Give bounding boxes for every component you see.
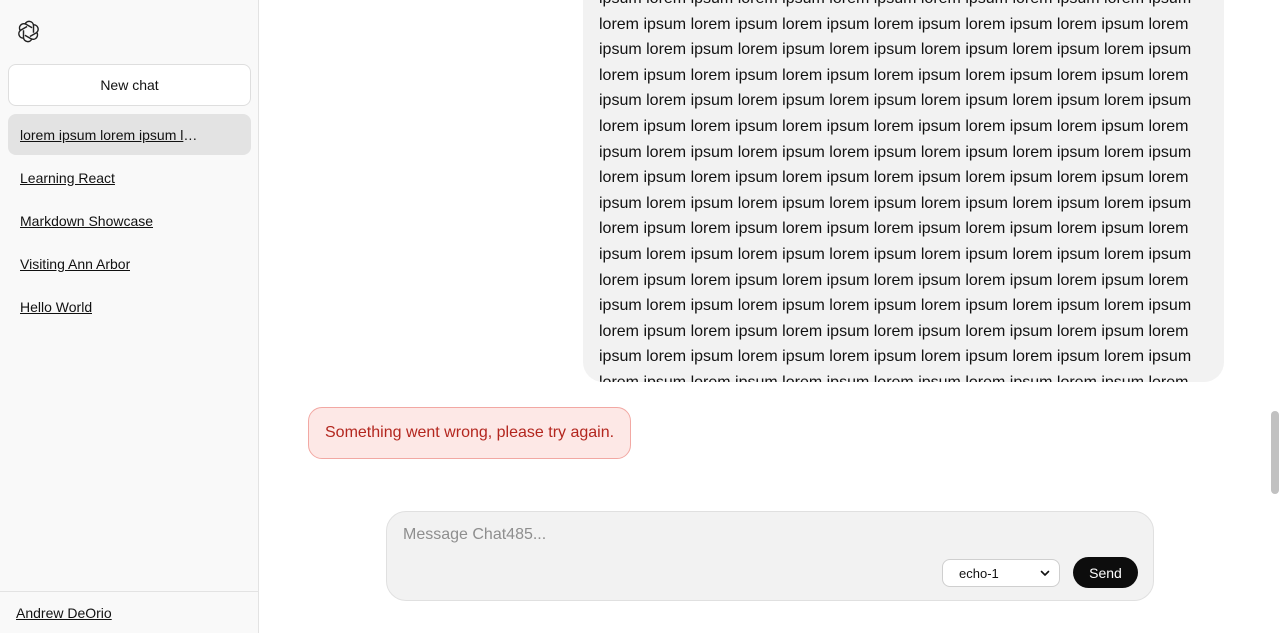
conversation-title: Hello World xyxy=(20,298,93,315)
sidebar-footer: Andrew DeOrio xyxy=(0,591,259,633)
conversation-item-markdown-showcase[interactable]: Markdown Showcase xyxy=(8,200,251,241)
error-message: Something went wrong, please try again. xyxy=(308,407,632,459)
conversation-title: lorem ipsum lorem ipsum lorem ipsum xyxy=(20,126,202,143)
sidebar: New chat lorem ipsum lorem ipsum lorem i… xyxy=(0,0,259,633)
user-profile-link[interactable]: Andrew DeOrio xyxy=(16,605,112,621)
openai-logo-icon[interactable] xyxy=(16,19,41,44)
message-input[interactable] xyxy=(403,526,1123,552)
scrollbar-thumb[interactable] xyxy=(1271,411,1279,494)
conversation-list: lorem ipsum lorem ipsum lorem ipsum Lear… xyxy=(8,114,251,329)
chat-area: ipsum lorem ipsum lorem ipsum lorem ipsu… xyxy=(260,0,1280,633)
conversation-item-visiting-ann-arbor[interactable]: Visiting Ann Arbor xyxy=(8,243,251,284)
conversation-title: Learning React xyxy=(20,169,115,186)
send-button[interactable]: Send xyxy=(1073,557,1138,588)
conversation-title: Markdown Showcase xyxy=(20,212,154,229)
conversation-title: Visiting Ann Arbor xyxy=(20,255,131,272)
chevron-down-icon xyxy=(1040,570,1050,576)
message-composer: echo-1 Send xyxy=(386,511,1154,601)
conversation-item-lorem-ipsum[interactable]: lorem ipsum lorem ipsum lorem ipsum xyxy=(8,114,251,155)
model-select-value: echo-1 xyxy=(959,565,999,581)
conversation-item-learning-react[interactable]: Learning React xyxy=(8,157,251,198)
model-select[interactable]: echo-1 xyxy=(942,559,1060,587)
new-chat-button[interactable]: New chat xyxy=(8,64,251,106)
user-message-bubble: ipsum lorem ipsum lorem ipsum lorem ipsu… xyxy=(583,0,1224,382)
conversation-item-hello-world[interactable]: Hello World xyxy=(8,286,251,327)
